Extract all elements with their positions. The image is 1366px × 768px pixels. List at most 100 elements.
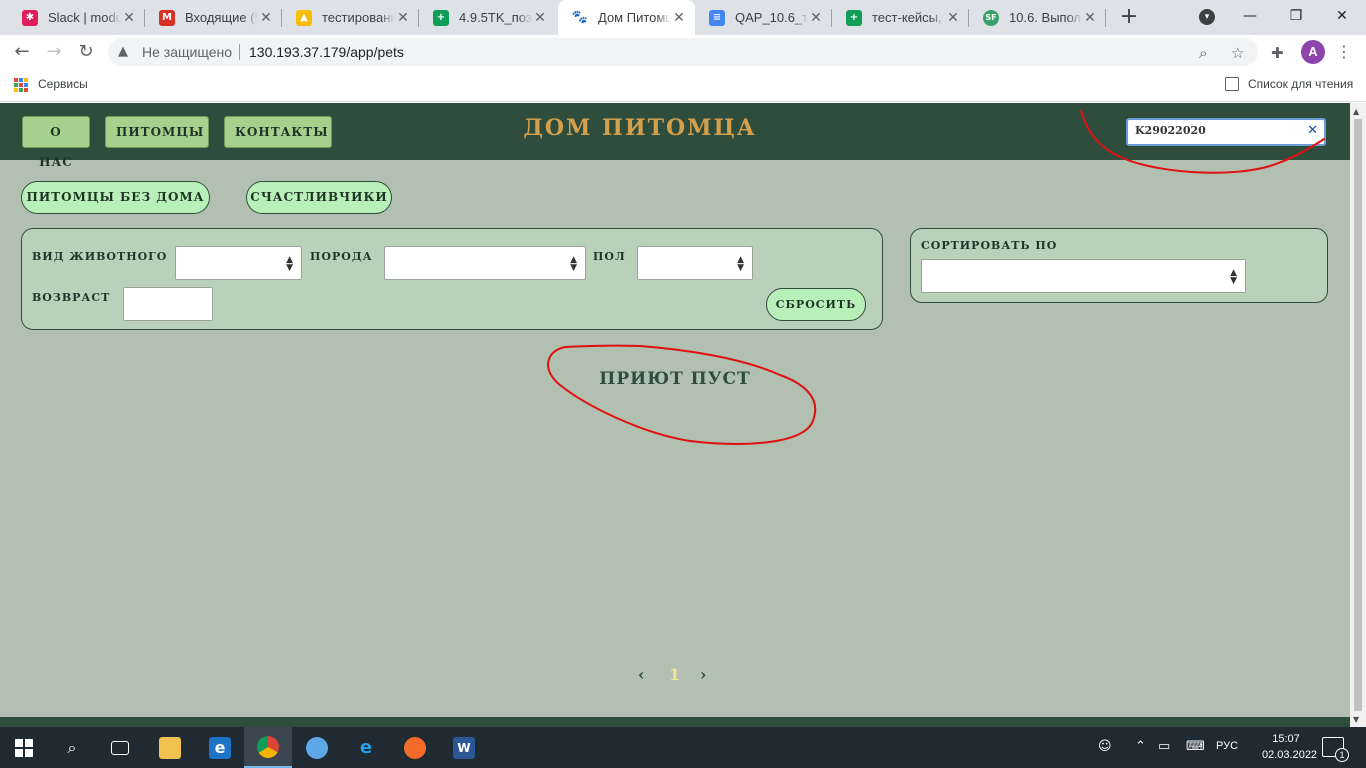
animal-type-select[interactable]: ▲ ▼ <box>175 246 302 280</box>
slack-icon: ✱ <box>22 9 38 26</box>
tab-sheets-1[interactable]: + 4.9.5TK_позит ✕ <box>419 0 556 35</box>
apps-icon[interactable] <box>14 78 28 92</box>
keyboard-icon[interactable]: ⌨ <box>1186 739 1205 754</box>
sex-select[interactable]: ▲ ▼ <box>637 246 753 280</box>
tab-sheets-2[interactable]: + тест-кейсы, ч ✕ <box>832 0 969 35</box>
site-header: О НАС ПИТОМЦЫ КОНТАКТЫ ДОМ ПИТОМЦА K2902… <box>0 103 1350 169</box>
tab-slack[interactable]: ✱ Slack | module ✕ <box>8 0 145 35</box>
scroll-up-icon[interactable]: ▲ <box>1353 107 1359 116</box>
profile-avatar[interactable]: A <box>1301 40 1325 64</box>
zoom-icon[interactable]: ⌕ <box>1199 44 1207 62</box>
tab-search-icon[interactable]: ▾ <box>1199 9 1215 25</box>
restore-button[interactable]: ❐ <box>1284 4 1308 28</box>
address-bar[interactable]: ▲ Не защищено 130.193.37.179/app/pets ⌕ … <box>108 38 1258 66</box>
tab-title: 4.9.5TK_позит <box>459 10 532 25</box>
scroll-thumb[interactable] <box>1354 119 1362 711</box>
tab-title: Slack | module <box>48 10 121 25</box>
empty-message-circle <box>547 344 817 445</box>
prev-page-button[interactable]: ‹ <box>638 665 644 684</box>
close-icon[interactable]: ✕ <box>532 10 548 26</box>
reading-list-button[interactable]: Список для чтения <box>1248 77 1353 91</box>
taskbar-word[interactable]: W <box>440 727 488 768</box>
tab-title: 10.6. Выполн <box>1009 10 1082 25</box>
taskbar-edge[interactable]: e <box>196 727 244 768</box>
taskbar-ie[interactable]: e <box>342 727 390 768</box>
clock-time: 15:07 <box>1272 733 1300 745</box>
animal-type-label: ВИД ЖИВОТНОГО <box>32 250 168 263</box>
tab-drive[interactable]: ▲ тестирование ✕ <box>282 0 419 35</box>
lucky-ones-button[interactable]: СЧАСТЛИВЧИКИ <box>246 181 392 214</box>
menu-icon[interactable]: ⋮ <box>1336 40 1352 64</box>
back-button[interactable]: ← <box>10 40 34 64</box>
task-view-icon <box>111 740 129 755</box>
forward-button[interactable]: → <box>42 40 66 64</box>
close-icon[interactable]: ✕ <box>258 10 274 26</box>
tab-docs[interactable]: ≡ QAP_10.6_тре ✕ <box>695 0 832 35</box>
taskbar-explorer[interactable] <box>146 727 194 768</box>
apps-bookmark[interactable]: Сервисы <box>38 77 88 91</box>
bookmark-star-icon[interactable]: ☆ <box>1231 44 1244 62</box>
extensions-icon[interactable]: ✚ <box>1271 44 1284 62</box>
close-icon[interactable]: ✕ <box>395 10 411 26</box>
minimize-button[interactable]: — <box>1238 4 1262 28</box>
chrome-icon <box>257 735 279 758</box>
task-view-button[interactable] <box>96 727 144 768</box>
scroll-down-icon[interactable]: ▼ <box>1353 715 1359 724</box>
close-icon[interactable]: ✕ <box>945 10 961 26</box>
age-input[interactable] <box>123 287 213 321</box>
sort-panel: СОРТИРОВАТЬ ПО ▲ ▼ <box>910 228 1328 303</box>
taskbar-mail[interactable] <box>293 727 341 768</box>
google-sheets-icon: + <box>846 9 862 26</box>
tab-skillfactory[interactable]: SF 10.6. Выполн ✕ <box>969 0 1106 35</box>
people-icon[interactable]: ☺ <box>1098 739 1112 754</box>
site-title[interactable]: ДОМ ПИТОМЦА <box>480 115 800 141</box>
close-icon[interactable]: ✕ <box>671 10 687 26</box>
notification-center-icon[interactable]: 1 <box>1322 737 1349 762</box>
current-page-number[interactable]: 1 <box>669 665 680 684</box>
google-sheets-icon: + <box>433 9 449 26</box>
clock[interactable]: 15:07 02.03.2022 <box>1262 731 1317 763</box>
nav-contacts-button[interactable]: КОНТАКТЫ <box>224 116 332 148</box>
empty-shelter-message: ПРИЮТ ПУСТ <box>599 369 751 389</box>
age-label: ВОЗВРАСТ <box>32 291 111 304</box>
google-drive-icon: ▲ <box>296 9 312 26</box>
new-tab-button[interactable]: + <box>1118 6 1140 28</box>
nav-about-button[interactable]: О НАС <box>22 116 90 169</box>
tab-title: тест-кейсы, ч <box>872 10 945 25</box>
search-input[interactable]: K29022020 ✕ <box>1126 118 1326 146</box>
reset-button[interactable]: СБРОСИТЬ <box>766 288 866 321</box>
tab-strip: ✱ Slack | module ✕ M Входящие (50 ✕ ▲ те… <box>0 0 1366 35</box>
close-icon[interactable]: ✕ <box>808 10 824 26</box>
page-scrollbar[interactable]: ▲ ▼ <box>1350 103 1366 727</box>
close-icon[interactable]: ✕ <box>121 10 137 26</box>
start-button[interactable] <box>0 727 48 768</box>
tab-title: QAP_10.6_тре <box>735 10 808 25</box>
security-label[interactable]: Не защищено <box>142 44 232 60</box>
network-icon[interactable]: ▭ <box>1158 739 1170 754</box>
homeless-pets-button[interactable]: ПИТОМЦЫ БЕЗ ДОМА <box>21 181 210 214</box>
reading-list-icon[interactable] <box>1225 77 1239 91</box>
clear-search-icon[interactable]: ✕ <box>1307 123 1318 138</box>
tab-title: тестирование <box>322 10 395 25</box>
reload-button[interactable]: ↻ <box>74 40 98 64</box>
warning-icon[interactable]: ▲ <box>118 44 128 59</box>
search-value: K29022020 <box>1135 124 1206 137</box>
windows-taskbar: ⌕ e e W ☺ ⌃ ▭ ⌨ РУС 15:07 02.03.2022 1 <box>0 727 1366 768</box>
sort-select[interactable]: ▲ ▼ <box>921 259 1246 293</box>
taskbar-firefox[interactable] <box>391 727 439 768</box>
next-page-button[interactable]: › <box>700 665 706 684</box>
tab-gmail[interactable]: M Входящие (50 ✕ <box>145 0 282 35</box>
url-text[interactable]: 130.193.37.179/app/pets <box>249 44 404 60</box>
google-docs-icon: ≡ <box>709 9 725 26</box>
language-indicator[interactable]: РУС <box>1216 740 1238 752</box>
close-icon[interactable]: ✕ <box>1082 10 1098 26</box>
tray-overflow-icon[interactable]: ⌃ <box>1135 739 1146 754</box>
nav-pets-button[interactable]: ПИТОМЦЫ <box>105 116 209 148</box>
select-arrows-icon: ▲ ▼ <box>286 255 293 273</box>
breed-select[interactable]: ▲ ▼ <box>384 246 586 280</box>
tab-title: Входящие (50 <box>185 10 258 25</box>
window-close-button[interactable]: ✕ <box>1330 4 1354 28</box>
search-button[interactable]: ⌕ <box>48 727 96 768</box>
taskbar-chrome[interactable] <box>244 727 292 768</box>
tab-dom-pitomca[interactable]: 🐾 Дом Питомца ✕ <box>558 0 695 35</box>
